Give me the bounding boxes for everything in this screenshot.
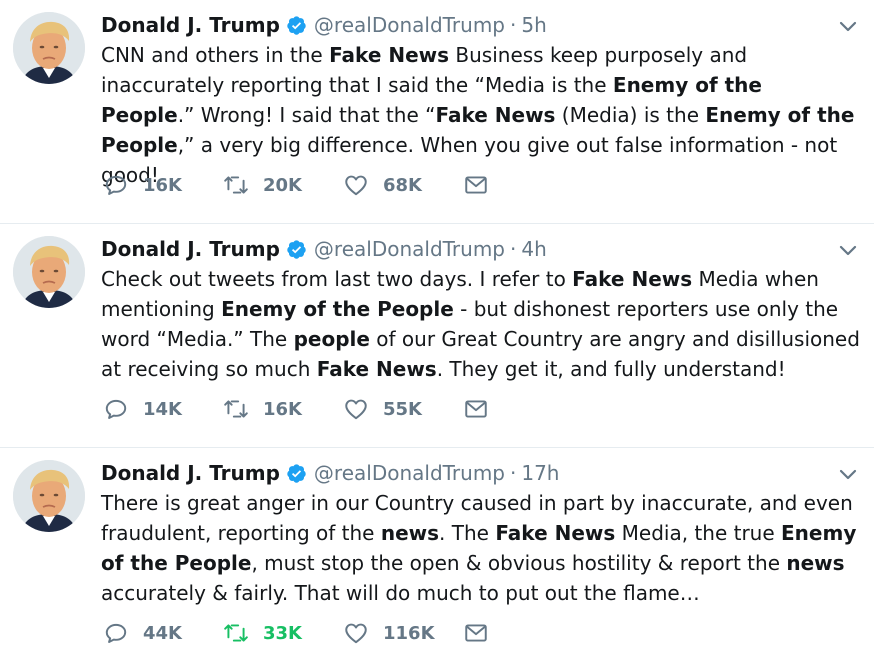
tweet[interactable]: Donald J. Trump @realDonaldTrump · 5h CN… [0,0,874,224]
message-button[interactable] [463,620,489,646]
reply-count: 44K [143,622,182,644]
reply-icon [103,172,129,198]
envelope-icon [463,620,489,646]
retweet-count: 20K [263,174,302,196]
bold-phrase: people [293,327,370,351]
reply-count: 14K [143,398,182,420]
bold-phrase: Fake News [495,521,616,545]
bold-phrase: news [786,551,845,575]
chevron-down-icon[interactable] [838,16,858,36]
text-fragment: .” Wrong! I said that the “ [177,103,436,127]
bold-phrase: Fake News [329,43,450,67]
reply-button[interactable]: 16K [103,172,223,198]
heart-icon [343,396,369,422]
author-handle[interactable]: @realDonaldTrump [314,237,505,261]
bold-phrase: Fake News [316,357,437,381]
retweet-button[interactable]: 16K [223,396,343,422]
tweet[interactable]: Donald J. Trump @realDonaldTrump · 4h Ch… [0,224,874,448]
tweet[interactable]: Donald J. Trump @realDonaldTrump · 17h T… [0,448,874,672]
retweet-button[interactable]: 33K [223,620,343,646]
like-button[interactable]: 68K [343,172,463,198]
tweet-actions: 14K 16K 55K [103,394,489,424]
text-fragment: , must stop the open & obvious hostility… [251,551,787,575]
verified-badge-icon [286,463,307,484]
separator-dot: · [510,461,517,485]
like-button[interactable]: 55K [343,396,463,422]
text-fragment: . They get it, and fully understand! [436,357,786,381]
text-fragment: CNN and others in the [101,43,330,67]
text-fragment: accurately & fairly. That will do much t… [101,581,700,605]
tweet-timestamp[interactable]: 4h [521,237,546,261]
retweet-count: 33K [263,622,302,644]
verified-badge-icon [286,15,307,36]
bold-phrase: Fake News [435,103,556,127]
retweet-icon [223,396,249,422]
avatar[interactable] [13,12,85,84]
text-fragment: (Media) is the [555,103,706,127]
retweet-button[interactable]: 20K [223,172,343,198]
heart-icon [343,620,369,646]
chevron-down-icon[interactable] [838,464,858,484]
text-fragment: Media, the true [615,521,782,545]
separator-dot: · [510,237,517,261]
like-count: 68K [383,174,422,196]
retweet-count: 16K [263,398,302,420]
tweet-header: Donald J. Trump @realDonaldTrump · 4h [101,234,547,264]
reply-icon [103,620,129,646]
tweet-text: There is great anger in our Country caus… [101,488,861,608]
like-count: 116K [383,622,435,644]
reply-icon [103,396,129,422]
avatar[interactable] [13,236,85,308]
timeline: Donald J. Trump @realDonaldTrump · 5h CN… [0,0,874,672]
separator-dot: · [510,13,517,37]
heart-icon [343,172,369,198]
text-fragment: . The [439,521,496,545]
like-count: 55K [383,398,422,420]
tweet-timestamp[interactable]: 5h [521,13,546,37]
author-handle[interactable]: @realDonaldTrump [314,461,505,485]
tweet-header: Donald J. Trump @realDonaldTrump · 5h [101,10,547,40]
avatar[interactable] [13,460,85,532]
reply-count: 16K [143,174,182,196]
author-name[interactable]: Donald J. Trump [101,13,280,37]
bold-phrase: Fake News [572,267,693,291]
envelope-icon [463,396,489,422]
tweet-header: Donald J. Trump @realDonaldTrump · 17h [101,458,559,488]
envelope-icon [463,172,489,198]
tweet-text: Check out tweets from last two days. I r… [101,264,861,384]
reply-button[interactable]: 44K [103,620,223,646]
message-button[interactable] [463,396,489,422]
retweet-icon [223,172,249,198]
like-button[interactable]: 116K [343,620,463,646]
reply-button[interactable]: 14K [103,396,223,422]
bold-phrase: news [380,521,440,545]
tweet-text: CNN and others in the Fake News Business… [101,40,861,190]
tweet-actions: 44K 33K 116K [103,618,489,648]
chevron-down-icon[interactable] [838,240,858,260]
bold-phrase: Enemy of the People [221,297,454,321]
retweet-icon [223,620,249,646]
author-handle[interactable]: @realDonaldTrump [314,13,505,37]
author-name[interactable]: Donald J. Trump [101,461,280,485]
message-button[interactable] [463,172,489,198]
verified-badge-icon [286,239,307,260]
author-name[interactable]: Donald J. Trump [101,237,280,261]
tweet-actions: 16K 20K 68K [103,170,489,200]
tweet-timestamp[interactable]: 17h [521,461,559,485]
text-fragment: Check out tweets from last two days. I r… [101,267,573,291]
